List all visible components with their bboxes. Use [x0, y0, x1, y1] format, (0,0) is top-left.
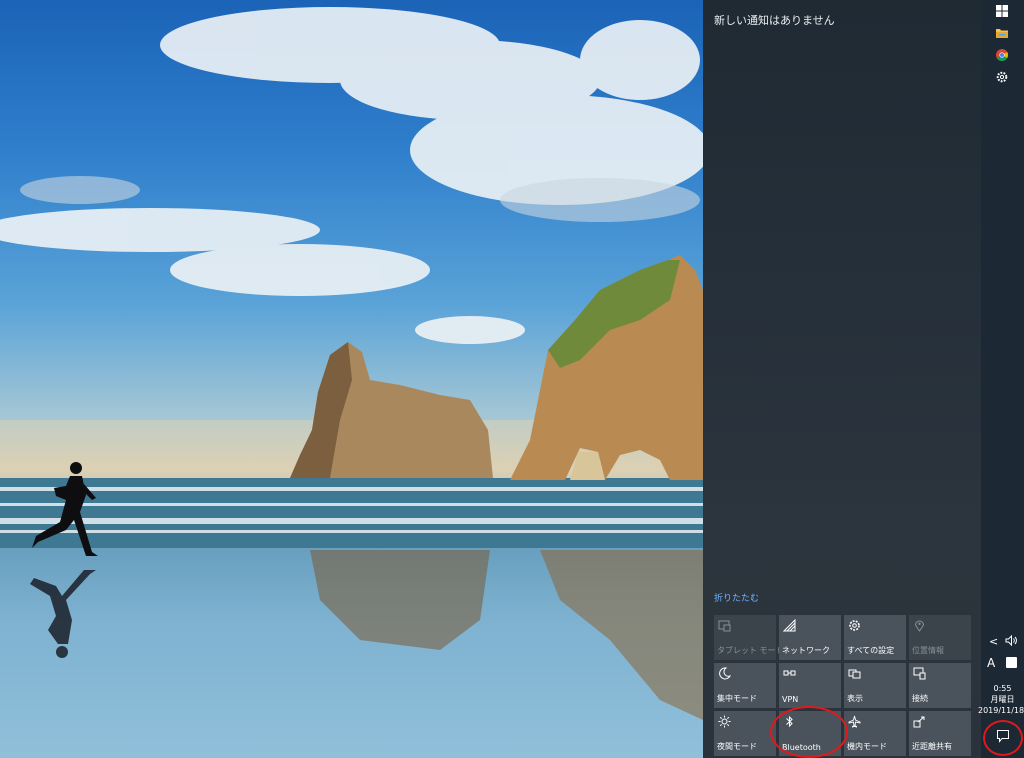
- ime-mode-indicator[interactable]: A: [987, 656, 995, 670]
- tile-label: 位置情報: [912, 646, 944, 655]
- windows-start-icon[interactable]: [995, 4, 1009, 18]
- focus-assist-icon: [718, 667, 732, 681]
- tile-label: 機内モード: [847, 742, 887, 751]
- airplane-mode-tile[interactable]: 機内モード: [844, 711, 906, 756]
- nearby-sharing-icon: [913, 715, 927, 729]
- vpn-icon: [783, 667, 797, 681]
- project-icon: [848, 667, 862, 681]
- no-notifications-text: 新しい通知はありません: [714, 14, 835, 27]
- location-icon: [913, 619, 927, 633]
- action-center-icon[interactable]: [996, 729, 1010, 743]
- tablet-mode-icon: [718, 619, 732, 633]
- network-icon: [783, 619, 797, 633]
- tile-label: 集中モード: [717, 694, 757, 703]
- settings-icon: [848, 619, 862, 633]
- tile-label: タブレット モード: [717, 646, 784, 655]
- night-light-tile[interactable]: 夜間モード: [714, 711, 776, 756]
- project-tile[interactable]: 表示: [844, 663, 906, 708]
- tile-label: 表示: [847, 694, 863, 703]
- clock-weekday: 月曜日: [990, 695, 1015, 704]
- show-hidden-icons-chevron[interactable]: <: [989, 635, 998, 648]
- tile-label: 近距離共有: [912, 742, 952, 751]
- location-tile[interactable]: 位置情報: [909, 615, 971, 660]
- tablet-mode-tile[interactable]: タブレット モード: [714, 615, 784, 660]
- collapse-link[interactable]: 折りたたむ: [714, 591, 759, 604]
- quick-actions-grid: タブレット モード ネットワーク すべての設定 位置情報 集中モード VPN 表…: [714, 615, 971, 756]
- taskbar-clock[interactable]: 0:55 月曜日 2019/11/18: [978, 683, 1024, 716]
- all-settings-tile[interactable]: すべての設定: [844, 615, 906, 660]
- desktop-wallpaper: [0, 0, 703, 758]
- chrome-icon[interactable]: [995, 48, 1009, 62]
- tile-label: 夜間モード: [717, 742, 757, 751]
- network-tile[interactable]: ネットワーク: [779, 615, 841, 660]
- settings-gear-icon[interactable]: [995, 70, 1009, 84]
- volume-icon[interactable]: [1005, 634, 1018, 647]
- connect-icon: [913, 667, 927, 681]
- tile-label: 接続: [912, 694, 928, 703]
- vpn-tile[interactable]: VPN: [779, 663, 841, 708]
- bluetooth-tile[interactable]: Bluetooth: [779, 711, 841, 756]
- tile-label: Bluetooth: [782, 743, 821, 752]
- tile-label: すべての設定: [847, 646, 895, 655]
- bluetooth-icon: [783, 715, 797, 729]
- connect-tile[interactable]: 接続: [909, 663, 971, 708]
- clock-time: 0:55: [993, 684, 1012, 693]
- clock-date: 2019/11/18: [978, 706, 1024, 715]
- action-center-panel: 新しい通知はありません 折りたたむ タブレット モード ネットワーク すべての設…: [703, 0, 981, 758]
- tile-label: ネットワーク: [782, 646, 830, 655]
- tile-label: VPN: [782, 695, 799, 704]
- focus-assist-tile[interactable]: 集中モード: [714, 663, 776, 708]
- nearby-sharing-tile[interactable]: 近距離共有: [909, 711, 971, 756]
- airplane-mode-icon: [848, 715, 862, 729]
- touch-keyboard-icon[interactable]: [1006, 657, 1017, 668]
- file-explorer-icon[interactable]: [995, 26, 1009, 40]
- taskbar: < A 0:55 月曜日 2019/11/18: [978, 0, 1024, 758]
- wallpaper-scene: [0, 7, 703, 758]
- night-light-icon: [718, 715, 732, 729]
